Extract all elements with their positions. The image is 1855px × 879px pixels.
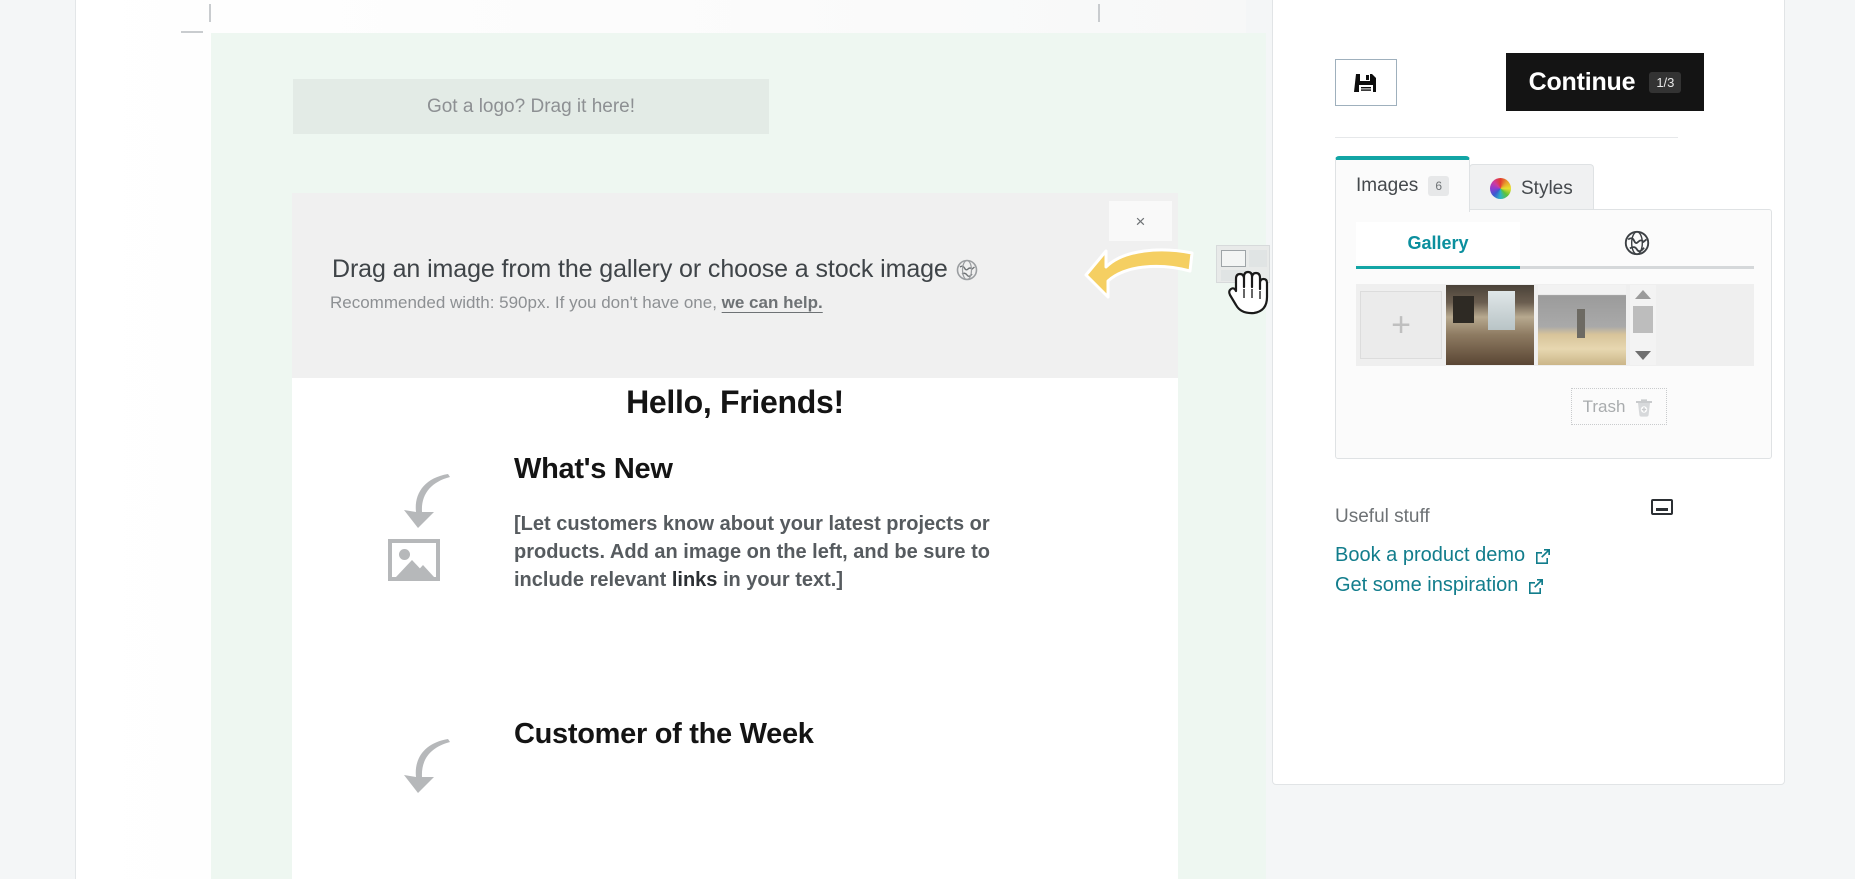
image-drop-subtitle: Recommended width: 590px. If you don't h… [330, 293, 823, 313]
image-drop-title: Drag an image from the gallery or choose… [332, 255, 978, 284]
continue-button[interactable]: Continue 1/3 [1506, 53, 1704, 111]
link-get-some-inspiration[interactable]: Get some inspiration [1335, 574, 1544, 597]
external-link-icon [1529, 578, 1544, 594]
crop-mark-top-right-vertical [1098, 4, 1100, 22]
gallery-scrollbar[interactable] [1630, 285, 1656, 365]
image-drop-title-text: Drag an image from the gallery or choose… [332, 255, 948, 283]
image-placeholder-slot-two[interactable] [388, 733, 458, 800]
trash-button-label: Trash [1582, 396, 1626, 416]
link-get-some-inspiration-label: Get some inspiration [1335, 574, 1519, 596]
subtab-underline-rail [1356, 266, 1754, 269]
continue-button-label: Continue [1528, 67, 1636, 96]
open-book-thumbnail[interactable] [1538, 285, 1626, 365]
we-can-help-link[interactable]: we can help. [722, 293, 823, 312]
subtab-gallery[interactable]: Gallery [1356, 222, 1520, 264]
tab-images-label: Images [1356, 175, 1419, 196]
scroll-down-arrow-icon[interactable] [1635, 351, 1651, 360]
image-placeholder-icon [388, 539, 440, 581]
curved-down-arrow-icon-two [404, 739, 450, 793]
trash-button[interactable]: Trash [1571, 388, 1667, 425]
close-icon[interactable]: × [1109, 201, 1172, 241]
image-drop-zone[interactable]: × Drag an image from the gallery or choo… [292, 193, 1178, 378]
subtab-active-underline [1356, 266, 1520, 269]
right-sidebar-panel: Continue 1/3 Images 6 Styles Gallery + T… [1272, 0, 1785, 785]
image-placeholder-slot-one[interactable] [388, 468, 458, 581]
color-wheel-icon [1490, 178, 1511, 199]
globe-icon [1624, 230, 1650, 256]
subtab-gallery-label: Gallery [1407, 232, 1469, 253]
cafe-interior-thumbnail[interactable] [1446, 285, 1534, 365]
subtab-stock-images[interactable] [1520, 222, 1754, 264]
external-link-icon [1536, 548, 1551, 564]
placeholder-sun-dot [399, 549, 410, 560]
curved-down-arrow-icon [404, 474, 450, 528]
yellow-curved-arrow-icon [1084, 248, 1194, 299]
panel-divider [1335, 137, 1678, 138]
crop-mark-top-left-vertical [209, 4, 211, 22]
images-pane-subtabs: Gallery [1356, 222, 1754, 270]
images-pane: Gallery + Trash [1335, 209, 1772, 459]
panel-tabs: Images 6 Styles [1335, 156, 1594, 212]
scroll-up-arrow-icon[interactable] [1635, 290, 1651, 299]
image-drop-subtitle-text: Recommended width: 590px. If you don't h… [330, 293, 722, 312]
tab-images-badge: 6 [1428, 176, 1449, 196]
body-text-part-two: in your text.] [717, 569, 843, 591]
logo-drop-label: Got a logo? Drag it here! [426, 95, 636, 117]
newsletter-section-heading-customer-of-the-week: Customer of the Week [514, 718, 814, 750]
link-book-a-product-demo-label: Book a product demo [1335, 544, 1526, 566]
email-canvas: Got a logo? Drag it here! Hello, Friends… [75, 0, 1270, 879]
globe-icon[interactable] [956, 259, 978, 281]
scrollbar-thumb[interactable] [1633, 306, 1653, 333]
link-book-a-product-demo[interactable]: Book a product demo [1335, 544, 1551, 567]
newsletter-body-text: [Let customers know about your latest pr… [514, 510, 1014, 594]
email-body: Got a logo? Drag it here! Hello, Friends… [211, 33, 1266, 879]
crop-mark-top-left-horizontal [181, 31, 203, 33]
trash-can-icon [1636, 398, 1653, 417]
continue-step-badge: 1/3 [1649, 71, 1682, 93]
gallery-thumbnail-strip: + [1356, 284, 1754, 366]
plus-icon: + [1391, 306, 1411, 344]
tab-images[interactable]: Images 6 [1335, 156, 1470, 212]
floppy-disk-save-icon [1354, 73, 1376, 92]
collapse-icon[interactable] [1651, 499, 1673, 515]
save-button[interactable] [1335, 59, 1397, 106]
body-text-link-word[interactable]: links [672, 569, 718, 591]
tab-styles-label: Styles [1521, 177, 1573, 199]
logo-drop-zone[interactable]: Got a logo? Drag it here! [293, 79, 769, 134]
useful-stuff-heading: Useful stuff [1335, 506, 1430, 527]
app-root: Got a logo? Drag it here! Hello, Friends… [0, 0, 1855, 879]
newsletter-section-heading-whats-new: What's New [514, 453, 673, 485]
grabbing-hand-cursor [1228, 270, 1269, 315]
tab-styles[interactable]: Styles [1469, 164, 1594, 212]
add-image-tile[interactable]: + [1360, 291, 1442, 359]
email-content: Got a logo? Drag it here! Hello, Friends… [211, 33, 1266, 879]
placeholder-mountain-small [412, 565, 434, 577]
newsletter-greeting: Hello, Friends! [626, 384, 844, 420]
